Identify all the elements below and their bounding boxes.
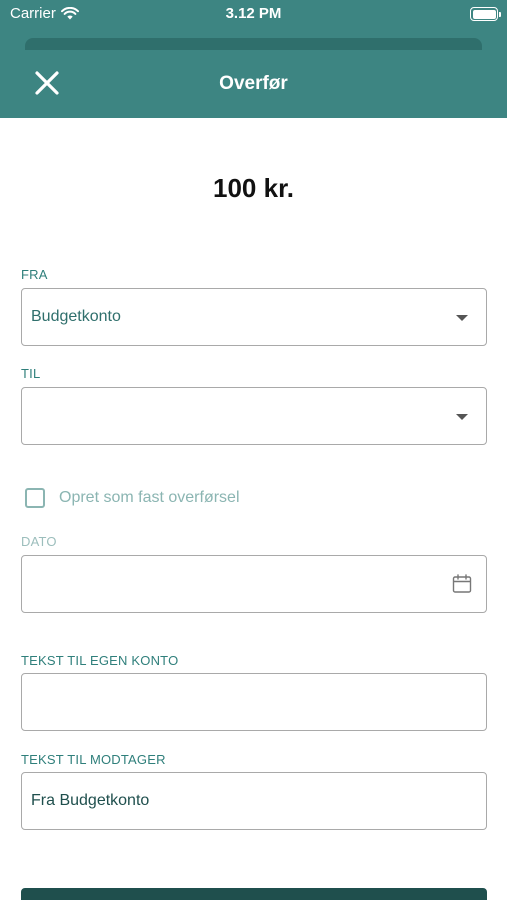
page-title: Overfør xyxy=(219,73,288,94)
sheet-backdrop-edge xyxy=(25,38,482,50)
own-account-text-label: TEKST TIL EGEN KONTO xyxy=(21,653,179,668)
navigation-bar: Overfør xyxy=(0,50,507,118)
header: Carrier 3.12 PM Overfør xyxy=(0,0,507,118)
status-time: 3.12 PM xyxy=(225,5,282,22)
chevron-down-icon xyxy=(456,414,468,420)
own-account-text-input[interactable] xyxy=(21,673,487,731)
from-account-select[interactable]: Budgetkonto xyxy=(21,288,487,346)
date-label: DATO xyxy=(21,534,57,549)
battery-icon xyxy=(470,7,501,21)
recurring-transfer-label: Opret som fast overførsel xyxy=(59,489,240,506)
status-bar: Carrier 3.12 PM xyxy=(0,0,507,30)
to-account-select[interactable] xyxy=(21,387,487,445)
recipient-text-input[interactable]: Fra Budgetkonto xyxy=(21,772,487,830)
calendar-icon[interactable] xyxy=(452,574,472,594)
to-label: TIL xyxy=(21,366,41,381)
from-label: FRA xyxy=(21,267,48,282)
chevron-down-icon xyxy=(456,315,468,321)
date-field[interactable] xyxy=(21,555,487,613)
recurring-transfer-row[interactable]: Opret som fast overførsel xyxy=(25,488,240,508)
recurring-transfer-checkbox[interactable] xyxy=(25,488,45,508)
submit-button[interactable] xyxy=(21,888,487,900)
from-account-value: Budgetkonto xyxy=(31,308,121,325)
transfer-amount: 100 kr. xyxy=(213,173,294,203)
recipient-text-value: Fra Budgetkonto xyxy=(31,792,150,809)
recipient-text-label: TEKST TIL MODTAGER xyxy=(21,752,166,767)
